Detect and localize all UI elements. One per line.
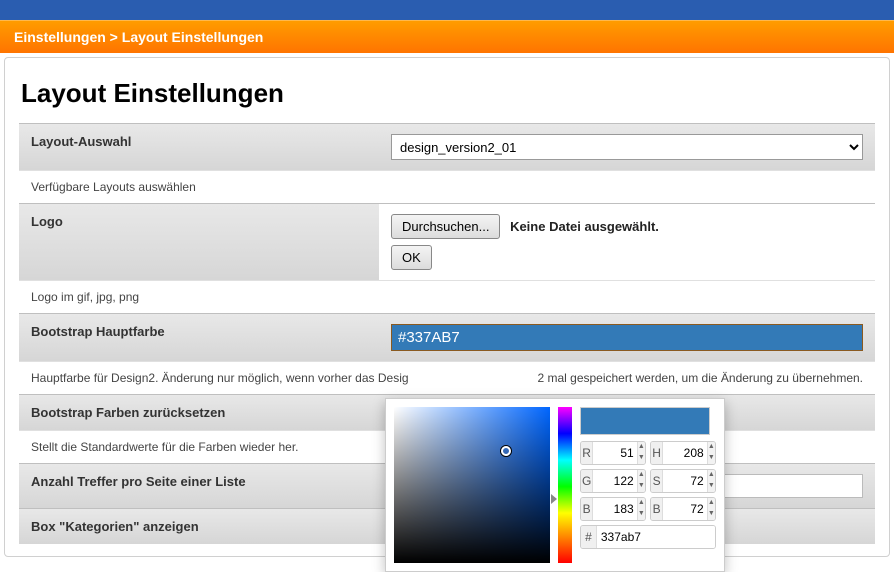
spin-down-icon[interactable]: ▼ [708, 481, 715, 492]
spin-up-icon[interactable]: ▲ [708, 498, 715, 509]
label-bs-reset: Bootstrap Farben zurücksetzen [19, 395, 379, 430]
label-logo: Logo [19, 204, 379, 280]
page-title: Layout Einstellungen [21, 78, 875, 109]
label-per-page: Anzahl Treffer pro Seite einer Liste [19, 464, 379, 508]
input-r[interactable] [593, 442, 636, 464]
input-hex[interactable] [597, 526, 715, 548]
label-layout-select: Layout-Auswahl [19, 124, 379, 170]
input-g[interactable] [593, 470, 636, 492]
row-bs-color: Bootstrap Hauptfarbe [19, 313, 875, 361]
layout-select[interactable]: design_version2_01 [391, 134, 863, 160]
breadcrumb-part1[interactable]: Einstellungen [14, 29, 106, 45]
browse-button[interactable]: Durchsuchen... [391, 214, 500, 239]
breadcrumb-part2[interactable]: Layout Einstellungen [122, 29, 264, 45]
field-hex[interactable]: # [580, 525, 716, 549]
top-blue-border [0, 0, 894, 20]
desc-logo: Logo im gif, jpg, png [19, 280, 875, 313]
field-r[interactable]: R▲▼ [580, 441, 646, 465]
field-b[interactable]: B▲▼ [580, 497, 646, 521]
file-status: Keine Datei ausgewählt. [510, 219, 659, 234]
spin-down-icon[interactable]: ▼ [638, 481, 645, 492]
input-b[interactable] [593, 498, 636, 520]
row-logo: Logo Durchsuchen... Keine Datei ausgewäh… [19, 203, 875, 280]
spin-down-icon[interactable]: ▼ [708, 509, 715, 520]
spin-up-icon[interactable]: ▲ [638, 442, 645, 453]
spin-up-icon[interactable]: ▲ [638, 498, 645, 509]
label-box-categories: Box "Kategorien" anzeigen [19, 509, 379, 544]
breadcrumb-sep: > [106, 29, 122, 45]
desc-bs-color: Hauptfarbe für Design2. Änderung nur mög… [19, 361, 875, 394]
sv-cursor[interactable] [501, 446, 511, 456]
input-v[interactable] [663, 498, 706, 520]
breadcrumb: Einstellungen > Layout Einstellungen [0, 20, 894, 53]
field-h[interactable]: H▲▼ [650, 441, 716, 465]
label-bs-color: Bootstrap Hauptfarbe [19, 314, 379, 361]
content-panel: Layout Einstellungen Layout-Auswahl desi… [4, 57, 890, 557]
hue-slider[interactable] [558, 407, 572, 563]
spin-down-icon[interactable]: ▼ [708, 453, 715, 464]
input-s[interactable] [663, 470, 706, 492]
spin-up-icon[interactable]: ▲ [708, 442, 715, 453]
field-g[interactable]: G▲▼ [580, 469, 646, 493]
saturation-value-area[interactable] [394, 407, 550, 563]
color-preview-swatch [580, 407, 710, 435]
field-s[interactable]: S▲▼ [650, 469, 716, 493]
ok-button[interactable]: OK [391, 245, 432, 270]
spin-up-icon[interactable]: ▲ [638, 470, 645, 481]
row-layout-select: Layout-Auswahl design_version2_01 [19, 123, 875, 170]
field-v[interactable]: B▲▼ [650, 497, 716, 521]
input-h[interactable] [663, 442, 706, 464]
hue-slider-arrow-icon [551, 494, 557, 504]
bs-color-input[interactable] [391, 324, 863, 351]
spin-up-icon[interactable]: ▲ [708, 470, 715, 481]
spin-down-icon[interactable]: ▼ [638, 509, 645, 520]
desc-layout-select: Verfügbare Layouts auswählen [19, 170, 875, 203]
color-picker-popup: R▲▼ H▲▼ G▲▼ S▲▼ B▲▼ B▲▼ # [385, 398, 725, 572]
spin-down-icon[interactable]: ▼ [638, 453, 645, 464]
